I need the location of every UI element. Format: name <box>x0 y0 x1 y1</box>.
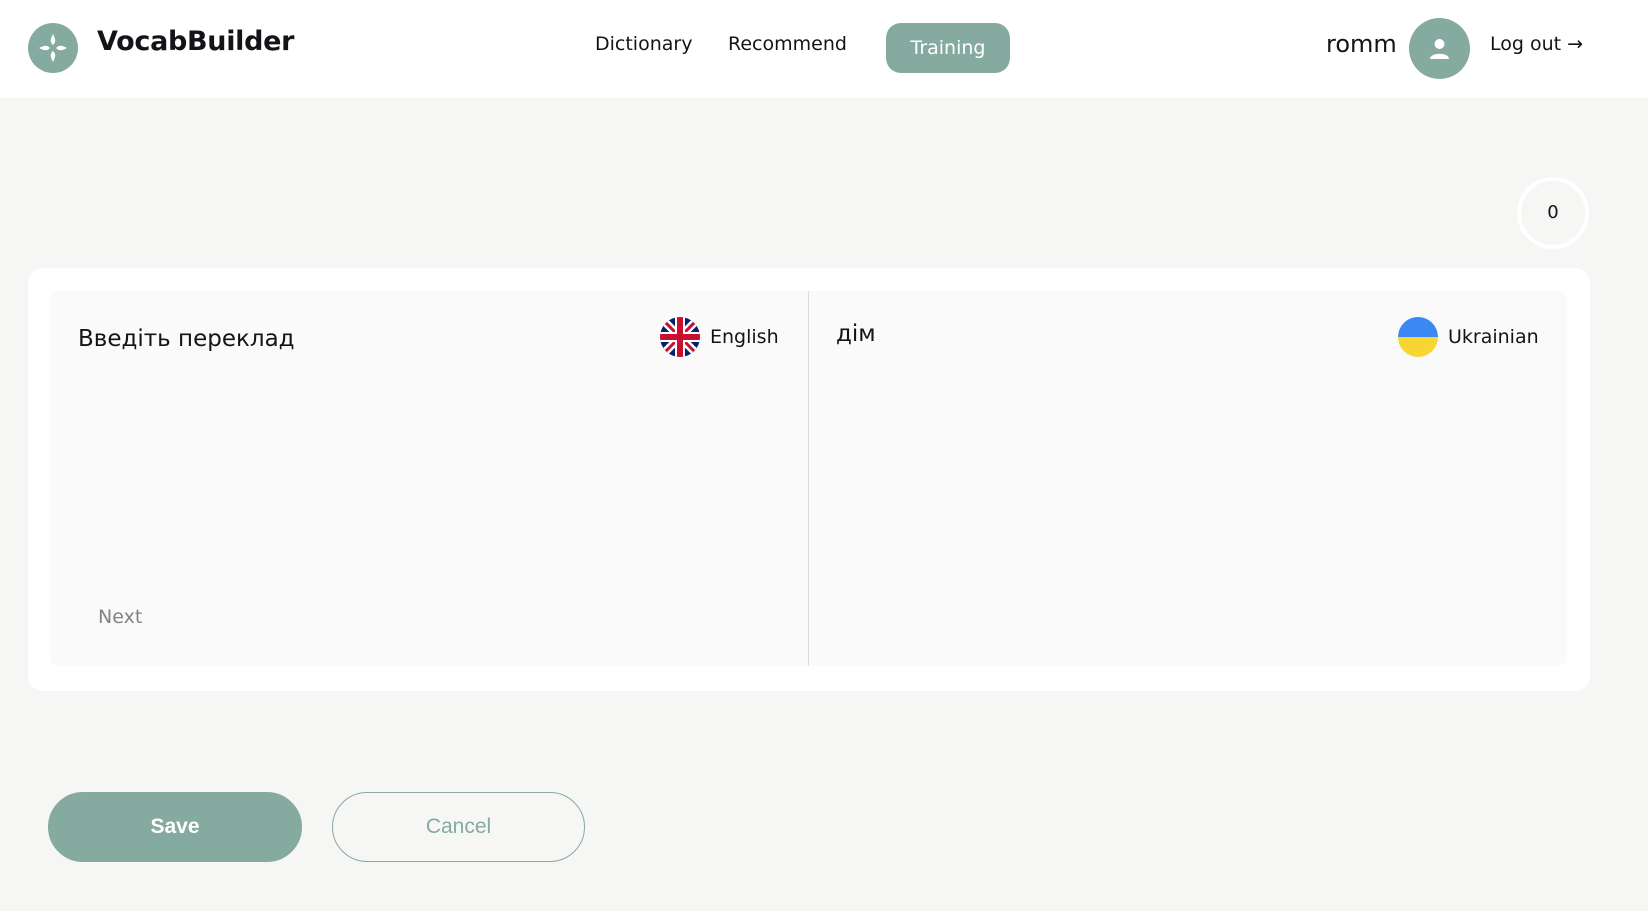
source-language-label: English <box>710 326 779 348</box>
word-pane: дім Ukrainian <box>809 291 1567 666</box>
uk-flag-icon <box>660 317 700 357</box>
next-button[interactable]: Next <box>98 606 142 628</box>
cancel-button[interactable]: Cancel <box>332 792 585 862</box>
save-button[interactable]: Save <box>48 792 302 862</box>
source-language: English <box>660 317 780 357</box>
training-card: English Next дім Ukrainian <box>28 268 1590 691</box>
logout-button[interactable]: Log out → <box>1490 33 1583 55</box>
logo-icon[interactable] <box>28 23 78 73</box>
progress-counter: 0 <box>1517 177 1589 249</box>
target-language-label: Ukrainian <box>1448 326 1539 348</box>
answer-pane: English Next <box>50 291 808 666</box>
user-icon <box>1430 39 1449 59</box>
target-language: Ukrainian <box>1398 317 1541 357</box>
brand-name[interactable]: VocabBuilder <box>97 26 294 57</box>
nav-dictionary[interactable]: Dictionary <box>595 33 692 55</box>
header: VocabBuilder Dictionary Recommend Traini… <box>0 0 1648 98</box>
user-name: romm <box>1326 30 1397 58</box>
translation-input[interactable] <box>78 321 618 357</box>
ukraine-flag-icon <box>1398 317 1438 357</box>
nav-training[interactable]: Training <box>886 23 1010 73</box>
nav-recommend[interactable]: Recommend <box>728 33 847 55</box>
avatar[interactable] <box>1409 18 1470 79</box>
task-word: дім <box>836 321 876 347</box>
